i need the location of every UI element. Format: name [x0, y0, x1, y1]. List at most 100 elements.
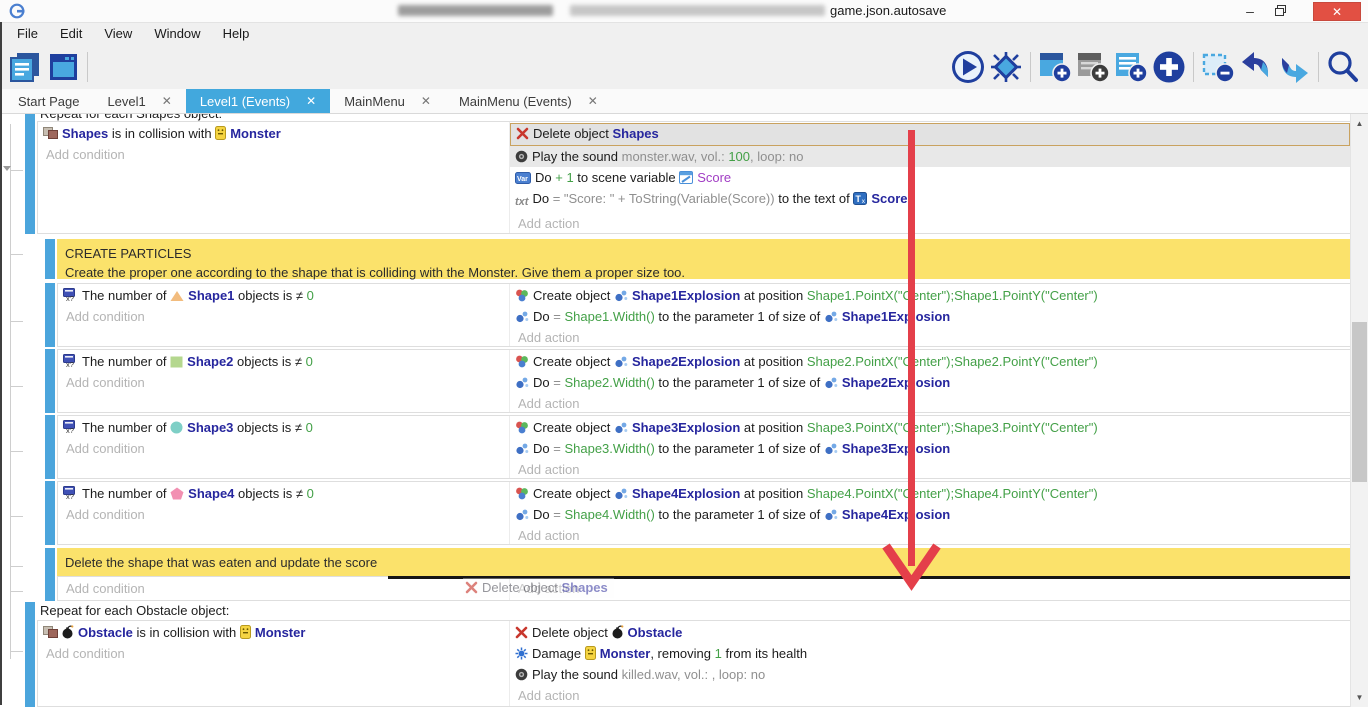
- add-action-button[interactable]: Add action: [510, 685, 1350, 706]
- add-action-button[interactable]: Add action: [510, 525, 1350, 546]
- add-condition-button[interactable]: Add condition: [38, 144, 509, 165]
- condition-row[interactable]: Shapes is in collision with Monster: [38, 123, 509, 144]
- tab-level1[interactable]: Level1✕: [93, 89, 185, 113]
- repeat-event-header[interactable]: Repeat for each Obstacle object:: [25, 602, 1351, 620]
- minimize-button[interactable]: –: [1236, 0, 1264, 21]
- condition-row[interactable]: x?The number of Shape4 objects is ≠ 0: [58, 483, 509, 504]
- toolbar-separator: [1030, 52, 1031, 82]
- action-row[interactable]: Do = Shape3.Width() to the parameter 1 o…: [510, 438, 1350, 459]
- text-span: Shapes: [613, 126, 659, 141]
- comment-block[interactable]: Delete the shape that was eaten and upda…: [45, 548, 1351, 576]
- particle-icon: [515, 442, 529, 455]
- action-row[interactable]: Do = Shape4.Width() to the parameter 1 o…: [510, 504, 1350, 525]
- create-icon: [515, 421, 529, 434]
- undo-icon[interactable]: [1238, 49, 1274, 85]
- comment-block[interactable]: CREATE PARTICLESCreate the proper one ac…: [45, 239, 1351, 279]
- menu-view[interactable]: View: [93, 23, 143, 45]
- add-condition-button[interactable]: Add condition: [58, 306, 509, 327]
- menu-file[interactable]: File: [6, 23, 49, 45]
- particle-icon: [515, 508, 529, 521]
- action-row[interactable]: Do = Shape2.Width() to the parameter 1 o…: [510, 372, 1350, 393]
- add-action-button[interactable]: Add action: [510, 459, 1350, 480]
- text-span: Shape1Explosion: [842, 309, 950, 324]
- action-row[interactable]: Create object Shape3Explosion at positio…: [510, 417, 1350, 438]
- redacted-title-segment: [398, 5, 553, 16]
- variable-icon: Var: [515, 172, 531, 184]
- text-span: ≠: [295, 420, 306, 435]
- particle-icon: [515, 310, 529, 323]
- add-condition-button[interactable]: Add condition: [38, 643, 509, 664]
- debug-icon[interactable]: [988, 49, 1024, 85]
- action-row[interactable]: Do = Shape1.Width() to the parameter 1 o…: [510, 306, 1350, 327]
- action-row[interactable]: VarDo + 1 to scene variable Score: [510, 167, 1350, 188]
- scrollbar-thumb[interactable]: [1352, 322, 1367, 482]
- action-row[interactable]: Play the sound killed.wav, vol.: , loop:…: [510, 664, 1350, 685]
- tab-close-icon[interactable]: ✕: [588, 94, 598, 108]
- tab-mainmenu[interactable]: MainMenu ✕: [330, 89, 445, 113]
- action-row[interactable]: Create object Shape1Explosion at positio…: [510, 285, 1350, 306]
- action-row[interactable]: Delete object Obstacle: [510, 622, 1350, 643]
- action-row[interactable]: Damage Monster, removing 1 from its heal…: [510, 643, 1350, 664]
- comment-text: CREATE PARTICLESCreate the proper one ac…: [57, 239, 1351, 279]
- text-span: Do: [533, 507, 553, 522]
- condition-row[interactable]: x?The number of Shape1 objects is ≠ 0: [58, 285, 509, 306]
- text-span: Delete object: [482, 580, 562, 595]
- add-action-button[interactable]: Add action: [510, 578, 1350, 599]
- scroll-down-icon[interactable]: ▼: [1351, 693, 1368, 702]
- add-action-button[interactable]: Add action: [510, 393, 1350, 414]
- text-span: Shape4.PointX("Center");Shape4.PointY("C…: [807, 486, 1098, 501]
- tab-mainmenu-events[interactable]: MainMenu (Events)✕: [445, 89, 612, 113]
- condition-row[interactable]: x?The number of Shape3 objects is ≠ 0: [58, 417, 509, 438]
- monster-icon: [585, 646, 596, 660]
- action-row[interactable]: txtDo = "Score: " + ToString(Variable(Sc…: [510, 188, 1350, 213]
- create-icon: [515, 487, 529, 500]
- add-condition-button[interactable]: Add condition: [58, 438, 509, 459]
- vertical-scrollbar[interactable]: ▲ ▼: [1350, 114, 1368, 707]
- tab-label: MainMenu: [344, 94, 405, 109]
- condition-row[interactable]: Obstacle is in collision with Monster: [38, 622, 509, 643]
- event-indent-bar: [45, 349, 55, 413]
- tab-start-page[interactable]: Start Page: [4, 89, 93, 113]
- event-block: x?The number of Shape1 objects is ≠ 0Add…: [45, 283, 1351, 347]
- close-button[interactable]: ✕: [1313, 2, 1361, 21]
- event-body: Add conditionAdd actionDelete object Sha…: [57, 576, 1351, 601]
- action-row[interactable]: Play the sound monster.wav, vol.: 100, l…: [510, 146, 1350, 167]
- menu-help[interactable]: Help: [212, 23, 261, 45]
- maximize-restore-button[interactable]: [1266, 0, 1294, 21]
- comment-text: Delete the shape that was eaten and upda…: [57, 548, 1351, 576]
- condition-row[interactable]: x?The number of Shape2 objects is ≠ 0: [58, 351, 509, 372]
- add-condition-button[interactable]: Add condition: [58, 578, 509, 599]
- add-condition-button[interactable]: Add condition: [58, 504, 509, 525]
- add-plus-icon[interactable]: [1151, 49, 1187, 85]
- action-row[interactable]: Create object Shape4Explosion at positio…: [510, 483, 1350, 504]
- conditions-column: Add condition: [58, 577, 510, 600]
- tab-level1-events[interactable]: Level1 (Events)✕: [186, 89, 330, 113]
- text-span: 1: [715, 646, 722, 661]
- menu-edit[interactable]: Edit: [49, 23, 93, 45]
- text-span: Shape2.PointX("Center");Shape2.PointY("C…: [807, 354, 1098, 369]
- scene-editor-icon[interactable]: [45, 49, 81, 85]
- redo-icon[interactable]: [1276, 49, 1312, 85]
- action-row[interactable]: Delete object Shapes: [510, 123, 1350, 146]
- tab-close-icon[interactable]: ✕: [421, 94, 431, 108]
- text-span: Shape4: [188, 486, 234, 501]
- add-event-icon[interactable]: [1037, 49, 1073, 85]
- action-row[interactable]: Create object Shape2Explosion at positio…: [510, 351, 1350, 372]
- add-subevent-icon[interactable]: [1075, 49, 1111, 85]
- add-action-button[interactable]: Add action: [510, 213, 1350, 234]
- tab-close-icon[interactable]: ✕: [162, 94, 172, 108]
- tab-close-icon[interactable]: ✕: [306, 94, 316, 108]
- add-action-button[interactable]: Add action: [510, 327, 1350, 348]
- scroll-up-icon[interactable]: ▲: [1351, 119, 1368, 128]
- repeat-event-header[interactable]: Repeat for each Shapes object:: [25, 114, 1351, 121]
- delete-selection-icon[interactable]: [1200, 49, 1236, 85]
- menu-window[interactable]: Window: [143, 23, 211, 45]
- add-comment-icon[interactable]: [1113, 49, 1149, 85]
- search-icon[interactable]: [1325, 49, 1361, 85]
- play-icon[interactable]: [950, 49, 986, 85]
- add-condition-button[interactable]: Add condition: [58, 372, 509, 393]
- toolbar-separator: [1318, 52, 1319, 82]
- menu-bar: File Edit View Window Help: [0, 23, 1368, 45]
- project-manager-icon[interactable]: [7, 49, 43, 85]
- text-span: ≠: [296, 288, 307, 303]
